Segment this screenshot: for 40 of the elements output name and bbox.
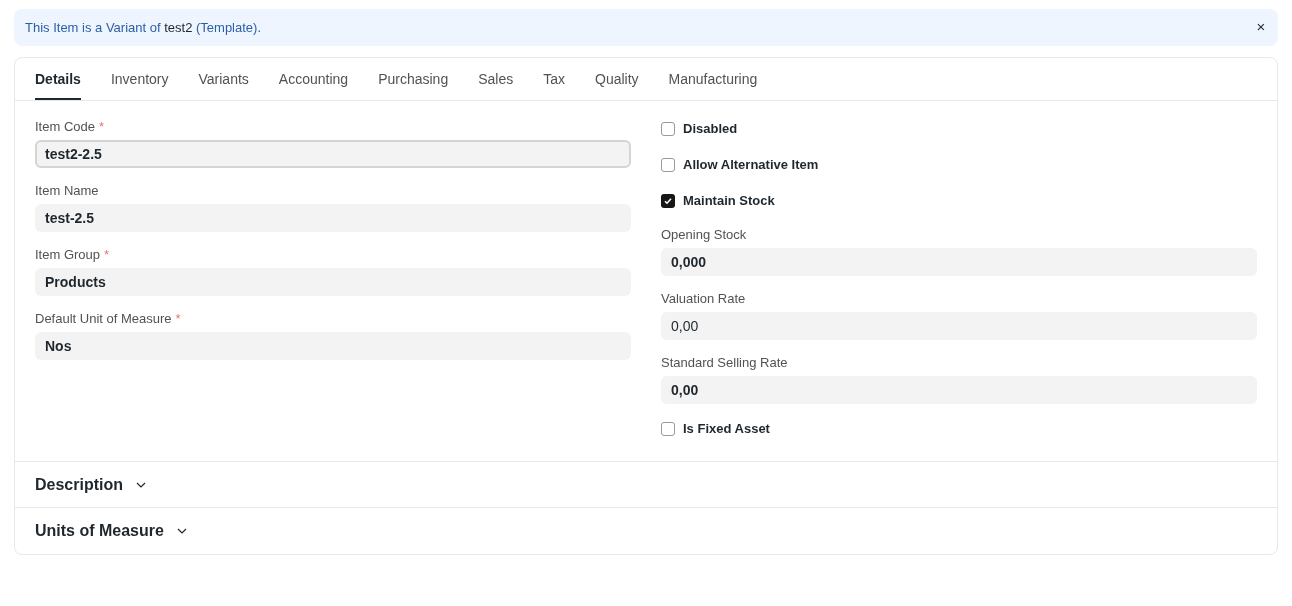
- required-marker: *: [175, 310, 181, 329]
- checkmark-icon: [663, 196, 673, 206]
- checkbox-label: Maintain Stock: [683, 192, 775, 211]
- close-button[interactable]: ×: [1253, 19, 1269, 36]
- tab[interactable]: Accounting: [278, 58, 349, 100]
- tab[interactable]: Variants: [198, 58, 249, 100]
- field-label: Item Group: [35, 246, 101, 265]
- checkbox-label: Is Fixed Asset: [683, 420, 770, 439]
- template-link[interactable]: test2: [164, 19, 193, 35]
- tab[interactable]: Inventory: [110, 58, 169, 100]
- field-label: Standard Selling Rate: [661, 354, 788, 373]
- field-label: Item Name: [35, 182, 99, 201]
- section-header[interactable]: Units of Measure: [15, 508, 1277, 554]
- checkbox[interactable]: [661, 122, 675, 136]
- input-field[interactable]: test2-2.5: [35, 140, 631, 168]
- input-field[interactable]: 0,00: [661, 376, 1257, 404]
- tab[interactable]: Purchasing: [378, 58, 449, 100]
- checkbox-label: Allow Alternative Item: [683, 156, 819, 175]
- input-field[interactable]: test-2.5: [35, 204, 631, 232]
- checkbox[interactable]: [661, 158, 675, 172]
- field-label: Item Code: [35, 118, 95, 137]
- field-label: Valuation Rate: [661, 290, 746, 309]
- field-label: Default Unit of Measure: [35, 310, 172, 329]
- input-field[interactable]: Products: [35, 268, 631, 296]
- checkbox[interactable]: [661, 194, 675, 208]
- checkbox-label: Disabled: [683, 120, 738, 139]
- tab[interactable]: Quality: [595, 58, 639, 100]
- tab[interactable]: Tax: [543, 58, 565, 100]
- field-label: Opening Stock: [661, 226, 747, 245]
- tab[interactable]: Sales: [478, 58, 514, 100]
- banner-message: This Item is a Variant of test2 (Template).: [25, 18, 262, 37]
- section-header[interactable]: Description: [15, 462, 1277, 508]
- input-field[interactable]: Nos: [35, 332, 631, 360]
- input-field[interactable]: 0,00: [661, 312, 1257, 340]
- required-marker: *: [104, 246, 110, 265]
- tab[interactable]: Manufacturing: [668, 58, 758, 100]
- required-marker: *: [99, 118, 105, 137]
- tab[interactable]: Details: [35, 58, 81, 100]
- input-field[interactable]: 0,000: [661, 248, 1257, 276]
- checkbox[interactable]: [661, 422, 675, 436]
